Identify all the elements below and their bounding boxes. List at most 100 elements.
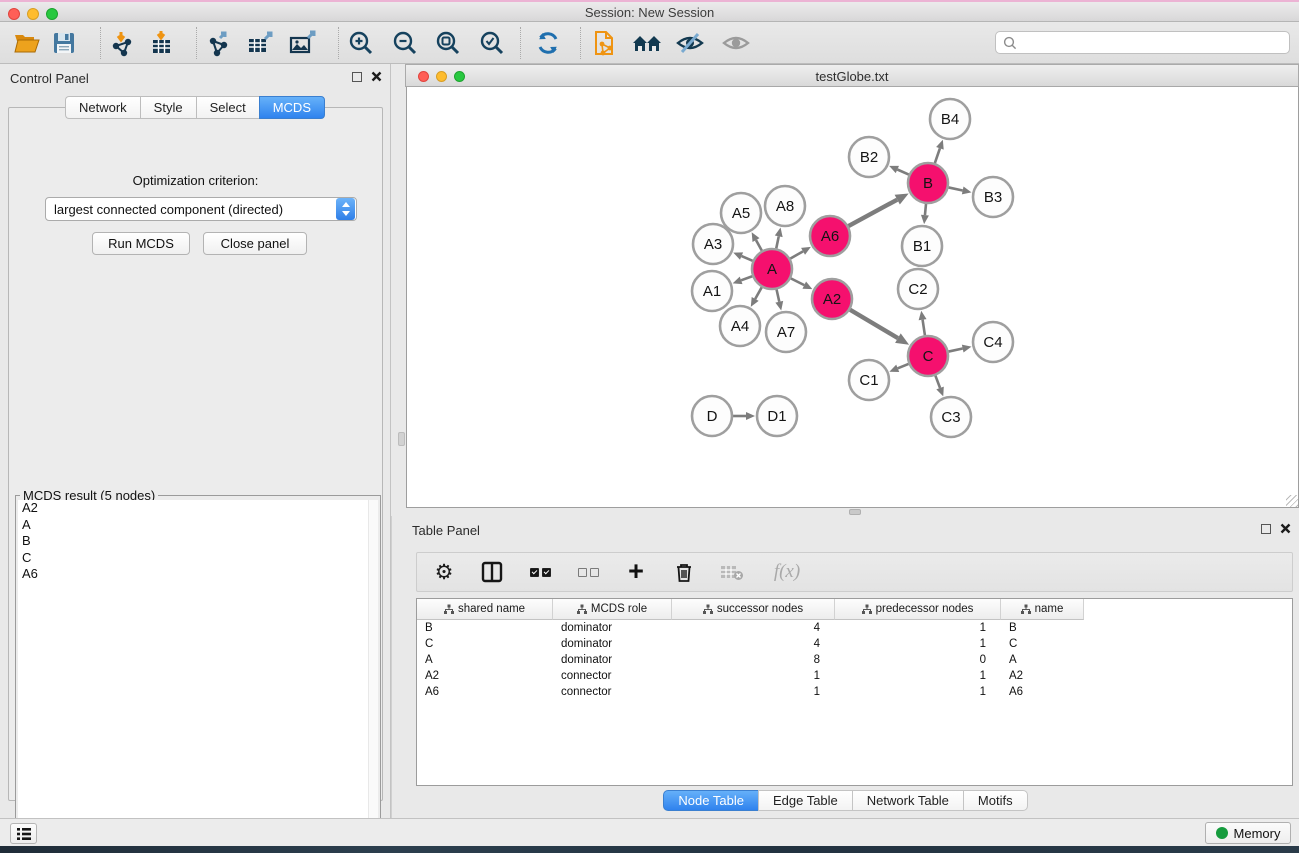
table-tab-edge-table[interactable]: Edge Table [758, 790, 852, 811]
network-graph[interactable]: AA1A2A3A4A5A6A7A8BB1B2B3B4CC1C2C3C4DD1 [407, 87, 1298, 506]
table-row[interactable]: A2connector11A2 [417, 668, 1084, 684]
table-tab-network-table[interactable]: Network Table [852, 790, 963, 811]
table-cell[interactable]: 4 [672, 636, 835, 652]
open-session-button[interactable] [9, 25, 45, 61]
edge-A-A1[interactable] [741, 276, 752, 280]
table-cell[interactable]: A6 [417, 684, 553, 700]
delete-table-button[interactable] [719, 559, 745, 585]
show-all-networks-button[interactable] [629, 25, 665, 61]
zoom-in-button[interactable] [343, 25, 379, 61]
mcds-result-item[interactable]: A2 [18, 500, 368, 517]
edge-B-B4[interactable] [935, 148, 940, 163]
mcds-result-item[interactable]: B [18, 533, 368, 550]
function-builder-button[interactable]: f(x) [767, 559, 807, 585]
network-vertical-scrollbar[interactable] [398, 432, 405, 446]
edge-A-A8[interactable] [776, 236, 778, 248]
window-resize-grip[interactable] [1286, 495, 1298, 507]
column-header-name[interactable]: name [1001, 599, 1084, 620]
import-table-button[interactable] [143, 25, 179, 61]
float-panel-icon[interactable] [352, 72, 362, 82]
select-all-button[interactable] [527, 559, 553, 585]
edge-A-A6[interactable] [790, 251, 803, 258]
import-network-button[interactable] [104, 25, 140, 61]
table-cell[interactable]: dominator [553, 636, 672, 652]
export-network-button[interactable] [202, 25, 238, 61]
edge-A-A3[interactable] [742, 256, 753, 261]
delete-column-button[interactable] [671, 559, 697, 585]
zoom-selected-button[interactable] [474, 25, 510, 61]
mcds-list-scrollbar[interactable] [368, 500, 378, 833]
search-input[interactable] [1018, 36, 1289, 50]
table-cell[interactable]: 1 [835, 668, 1001, 684]
table-cell[interactable]: B [417, 620, 553, 636]
column-header-shared-name[interactable]: shared name [417, 599, 553, 620]
table-cell[interactable]: 0 [835, 652, 1001, 668]
show-columns-button[interactable] [479, 559, 505, 585]
table-cell[interactable]: 1 [672, 684, 835, 700]
zoom-fit-button[interactable] [430, 25, 466, 61]
table-row[interactable]: Adominator80A [417, 652, 1084, 668]
table-cell[interactable]: connector [553, 684, 672, 700]
save-session-button[interactable] [46, 25, 82, 61]
control-tab-style[interactable]: Style [140, 96, 196, 119]
table-tab-node-table[interactable]: Node Table [663, 790, 758, 811]
edge-B-B3[interactable] [949, 187, 963, 190]
control-tab-network[interactable]: Network [65, 96, 140, 119]
mcds-result-item[interactable]: A [18, 517, 368, 534]
edge-C-C2[interactable] [923, 320, 925, 336]
edge-A-A5[interactable] [756, 240, 762, 251]
column-header-predecessor-nodes[interactable]: predecessor nodes [835, 599, 1001, 620]
network-canvas[interactable]: AA1A2A3A4A5A6A7A8BB1B2B3B4CC1C2C3C4DD1 [406, 87, 1299, 508]
edge-A-A7[interactable] [777, 289, 780, 301]
edge-C-C3[interactable] [935, 376, 940, 388]
column-header-MCDS-role[interactable]: MCDS role [553, 599, 672, 620]
new-network-from-file-button[interactable] [588, 25, 624, 61]
table-row[interactable]: Cdominator41C [417, 636, 1084, 652]
hide-selected-button[interactable] [672, 25, 708, 61]
memory-button[interactable]: Memory [1205, 822, 1291, 844]
table-cell[interactable]: dominator [553, 620, 672, 636]
table-settings-button[interactable]: ⚙ [431, 559, 457, 585]
table-tab-motifs[interactable]: Motifs [963, 790, 1028, 811]
table-cell[interactable]: B [1001, 620, 1084, 636]
export-image-button[interactable] [285, 25, 321, 61]
task-history-button[interactable] [10, 823, 37, 844]
column-header-successor-nodes[interactable]: successor nodes [672, 599, 835, 620]
deselect-all-button[interactable] [575, 559, 601, 585]
show-hidden-button[interactable] [718, 25, 754, 61]
edge-B-B1[interactable] [925, 204, 926, 215]
table-cell[interactable]: A2 [1001, 668, 1084, 684]
mcds-result-item[interactable]: C [18, 550, 368, 567]
criterion-dropdown[interactable]: largest connected component (directed) [45, 197, 357, 221]
search-field[interactable] [995, 31, 1290, 54]
table-cell[interactable]: A [1001, 652, 1084, 668]
control-tab-mcds[interactable]: MCDS [259, 96, 325, 119]
edge-A6-B[interactable] [848, 200, 897, 226]
close-table-panel-icon[interactable] [1280, 523, 1291, 534]
network-horizontal-scrollbar[interactable] [849, 509, 861, 515]
edge-A-A4[interactable] [755, 287, 762, 299]
table-row[interactable]: Bdominator41B [417, 620, 1084, 636]
table-cell[interactable]: connector [553, 668, 672, 684]
close-panel-icon[interactable] [371, 71, 382, 82]
table-cell[interactable]: 1 [835, 620, 1001, 636]
export-table-button[interactable] [243, 25, 279, 61]
table-cell[interactable]: dominator [553, 652, 672, 668]
table-cell[interactable]: 8 [672, 652, 835, 668]
table-cell[interactable]: 1 [835, 684, 1001, 700]
table-cell[interactable]: A [417, 652, 553, 668]
table-cell[interactable]: 1 [672, 668, 835, 684]
table-cell[interactable]: A2 [417, 668, 553, 684]
apply-layout-button[interactable] [530, 25, 566, 61]
create-column-button[interactable]: + [623, 559, 649, 585]
table-cell[interactable]: C [417, 636, 553, 652]
edge-C-C4[interactable] [949, 349, 963, 352]
zoom-out-button[interactable] [387, 25, 423, 61]
run-mcds-button[interactable]: Run MCDS [92, 232, 190, 255]
mcds-result-item[interactable]: A6 [18, 566, 368, 583]
edge-B-B2[interactable] [897, 170, 908, 175]
table-cell[interactable]: C [1001, 636, 1084, 652]
table-cell[interactable]: 4 [672, 620, 835, 636]
edge-A-A2[interactable] [791, 278, 804, 285]
table-cell[interactable]: A6 [1001, 684, 1084, 700]
